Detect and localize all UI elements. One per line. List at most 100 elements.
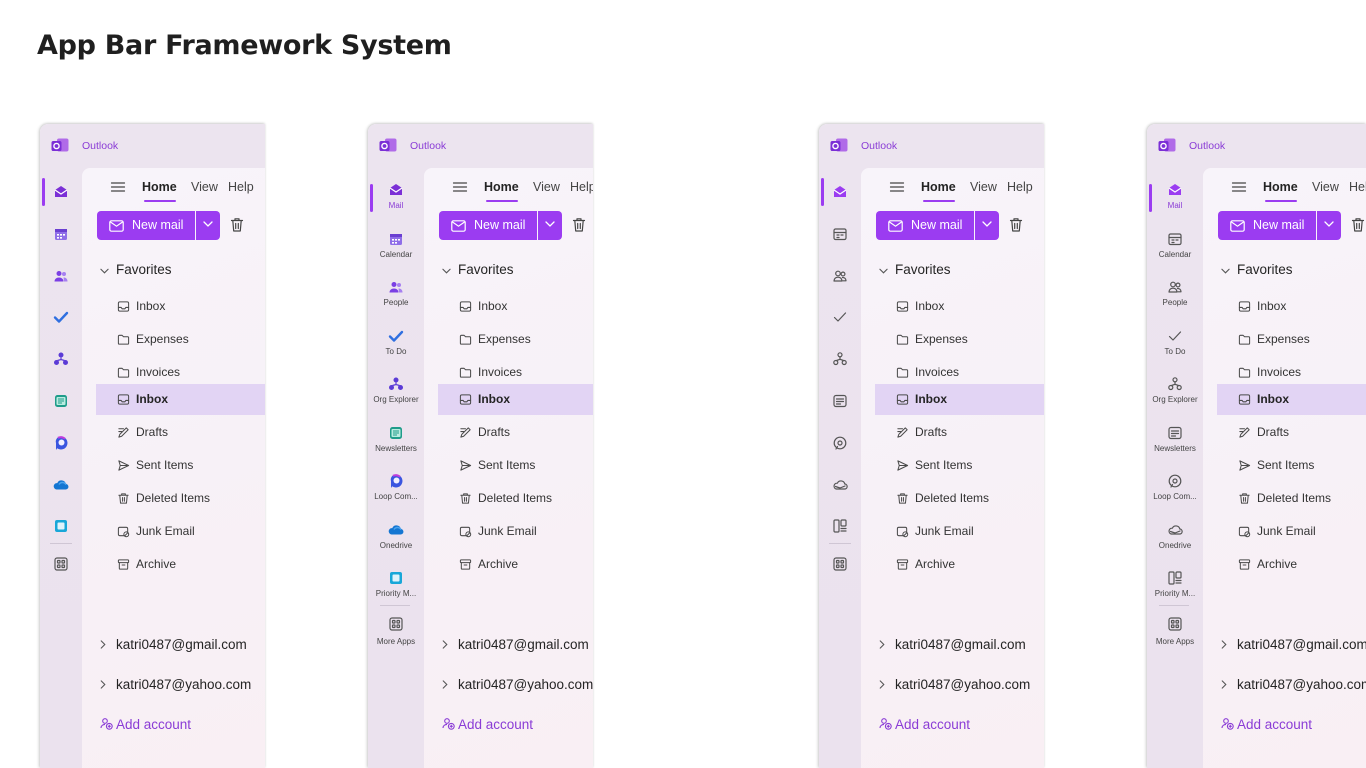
- app-bar-item-priority[interactable]: [40, 514, 82, 538]
- app-bar-item-more-apps[interactable]: [40, 552, 82, 576]
- app-bar-item-more-apps[interactable]: More Apps: [1147, 614, 1203, 654]
- app-bar-item-org[interactable]: [40, 347, 82, 371]
- account-gmail-header[interactable]: katri0487@gmail.com: [1221, 637, 1366, 652]
- app-bar-item-newsletters[interactable]: Newsletters: [1147, 423, 1203, 463]
- app-bar-item-calendar[interactable]: Calendar: [368, 229, 424, 269]
- tab-view[interactable]: View: [191, 180, 218, 194]
- account-folder-2[interactable]: Drafts: [438, 417, 593, 448]
- favorites-header[interactable]: Favorites: [1221, 262, 1293, 277]
- delete-button[interactable]: [572, 217, 586, 233]
- app-bar-item-calendar[interactable]: [819, 222, 861, 246]
- account-folder-5[interactable]: Junk Email: [875, 516, 1044, 547]
- account-folder-4[interactable]: Deleted Items: [96, 483, 265, 514]
- account-yahoo-header[interactable]: katri0487@yahoo.com: [100, 677, 251, 692]
- account-folder-1[interactable]: Inbox: [1217, 384, 1366, 415]
- hamburger-icon[interactable]: [452, 180, 468, 194]
- account-gmail-header[interactable]: katri0487@gmail.com: [879, 637, 1026, 652]
- account-folder-6[interactable]: Archive: [96, 549, 265, 580]
- app-bar-item-people[interactable]: [40, 264, 82, 288]
- account-folder-1[interactable]: Inbox: [96, 384, 265, 415]
- add-account-link[interactable]: Add account: [879, 717, 970, 732]
- favorite-folder-1[interactable]: Inbox: [438, 291, 593, 322]
- app-bar-item-org[interactable]: Org Explorer: [1147, 374, 1203, 414]
- app-bar-item-org[interactable]: [819, 347, 861, 371]
- app-bar-item-calendar[interactable]: Calendar: [1147, 229, 1203, 269]
- account-folder-5[interactable]: Junk Email: [96, 516, 265, 547]
- account-folder-3[interactable]: Sent Items: [438, 450, 593, 481]
- app-bar-item-more-apps[interactable]: More Apps: [368, 614, 424, 654]
- account-folder-3[interactable]: Sent Items: [875, 450, 1044, 481]
- app-bar-item-loop[interactable]: [40, 431, 82, 455]
- favorite-folder-1[interactable]: Inbox: [1217, 291, 1366, 322]
- app-bar-item-priority[interactable]: [819, 514, 861, 538]
- tab-help[interactable]: Help: [1349, 180, 1366, 194]
- new-mail-dropdown-button[interactable]: [196, 211, 220, 240]
- favorite-folder-2[interactable]: Expenses: [96, 324, 265, 355]
- account-folder-5[interactable]: Junk Email: [1217, 516, 1366, 547]
- account-yahoo-header[interactable]: katri0487@yahoo.com: [1221, 677, 1366, 692]
- app-bar-item-newsletters[interactable]: Newsletters: [368, 423, 424, 463]
- account-folder-2[interactable]: Drafts: [875, 417, 1044, 448]
- tab-home[interactable]: Home: [1263, 180, 1298, 194]
- tab-view[interactable]: View: [970, 180, 997, 194]
- tab-help[interactable]: Help: [1007, 180, 1033, 194]
- add-account-link[interactable]: Add account: [100, 717, 191, 732]
- app-bar-item-onedrive[interactable]: [819, 473, 861, 497]
- account-folder-1[interactable]: Inbox: [875, 384, 1044, 415]
- new-mail-button[interactable]: New mail: [876, 211, 974, 240]
- app-bar-item-mail[interactable]: Mail: [1147, 180, 1203, 220]
- app-bar-item-newsletters[interactable]: [40, 389, 82, 413]
- favorite-folder-2[interactable]: Expenses: [875, 324, 1044, 355]
- favorite-folder-2[interactable]: Expenses: [1217, 324, 1366, 355]
- new-mail-button[interactable]: New mail: [1218, 211, 1316, 240]
- favorites-header[interactable]: Favorites: [100, 262, 172, 277]
- app-bar-item-todo[interactable]: [40, 305, 82, 329]
- favorites-header[interactable]: Favorites: [442, 262, 514, 277]
- account-gmail-header[interactable]: katri0487@gmail.com: [442, 637, 589, 652]
- app-bar-item-loop[interactable]: [819, 431, 861, 455]
- account-folder-4[interactable]: Deleted Items: [875, 483, 1044, 514]
- add-account-link[interactable]: Add account: [442, 717, 533, 732]
- app-bar-item-mail[interactable]: Mail: [368, 180, 424, 220]
- app-bar-item-people[interactable]: People: [368, 277, 424, 317]
- hamburger-icon[interactable]: [110, 180, 126, 194]
- add-account-link[interactable]: Add account: [1221, 717, 1312, 732]
- tab-help[interactable]: Help: [228, 180, 254, 194]
- new-mail-dropdown-button[interactable]: [1317, 211, 1341, 240]
- app-bar-item-people[interactable]: People: [1147, 277, 1203, 317]
- favorite-folder-2[interactable]: Expenses: [438, 324, 593, 355]
- app-bar-item-priority[interactable]: Priority M...: [1147, 568, 1203, 608]
- account-folder-5[interactable]: Junk Email: [438, 516, 593, 547]
- app-bar-item-onedrive[interactable]: Onedrive: [368, 520, 424, 560]
- new-mail-button[interactable]: New mail: [439, 211, 537, 240]
- app-bar-item-calendar[interactable]: [40, 222, 82, 246]
- tab-help[interactable]: Help: [570, 180, 593, 194]
- account-folder-1[interactable]: Inbox: [438, 384, 593, 415]
- delete-button[interactable]: [230, 217, 244, 233]
- app-bar-item-more-apps[interactable]: [819, 552, 861, 576]
- tab-home[interactable]: Home: [142, 180, 177, 194]
- account-folder-4[interactable]: Deleted Items: [1217, 483, 1366, 514]
- account-folder-6[interactable]: Archive: [1217, 549, 1366, 580]
- favorite-folder-1[interactable]: Inbox: [875, 291, 1044, 322]
- delete-button[interactable]: [1009, 217, 1023, 233]
- app-bar-item-todo[interactable]: To Do: [368, 326, 424, 366]
- app-bar-item-onedrive[interactable]: [40, 473, 82, 497]
- account-folder-3[interactable]: Sent Items: [96, 450, 265, 481]
- app-bar-item-newsletters[interactable]: [819, 389, 861, 413]
- favorite-folder-1[interactable]: Inbox: [96, 291, 265, 322]
- hamburger-icon[interactable]: [889, 180, 905, 194]
- delete-button[interactable]: [1351, 217, 1365, 233]
- tab-view[interactable]: View: [533, 180, 560, 194]
- app-bar-item-loop[interactable]: Loop Com...: [1147, 471, 1203, 511]
- app-bar-item-onedrive[interactable]: Onedrive: [1147, 520, 1203, 560]
- account-folder-6[interactable]: Archive: [875, 549, 1044, 580]
- account-gmail-header[interactable]: katri0487@gmail.com: [100, 637, 247, 652]
- favorites-header[interactable]: Favorites: [879, 262, 951, 277]
- account-folder-6[interactable]: Archive: [438, 549, 593, 580]
- tab-view[interactable]: View: [1312, 180, 1339, 194]
- account-yahoo-header[interactable]: katri0487@yahoo.com: [442, 677, 593, 692]
- account-yahoo-header[interactable]: katri0487@yahoo.com: [879, 677, 1030, 692]
- app-bar-item-people[interactable]: [819, 264, 861, 288]
- account-folder-2[interactable]: Drafts: [1217, 417, 1366, 448]
